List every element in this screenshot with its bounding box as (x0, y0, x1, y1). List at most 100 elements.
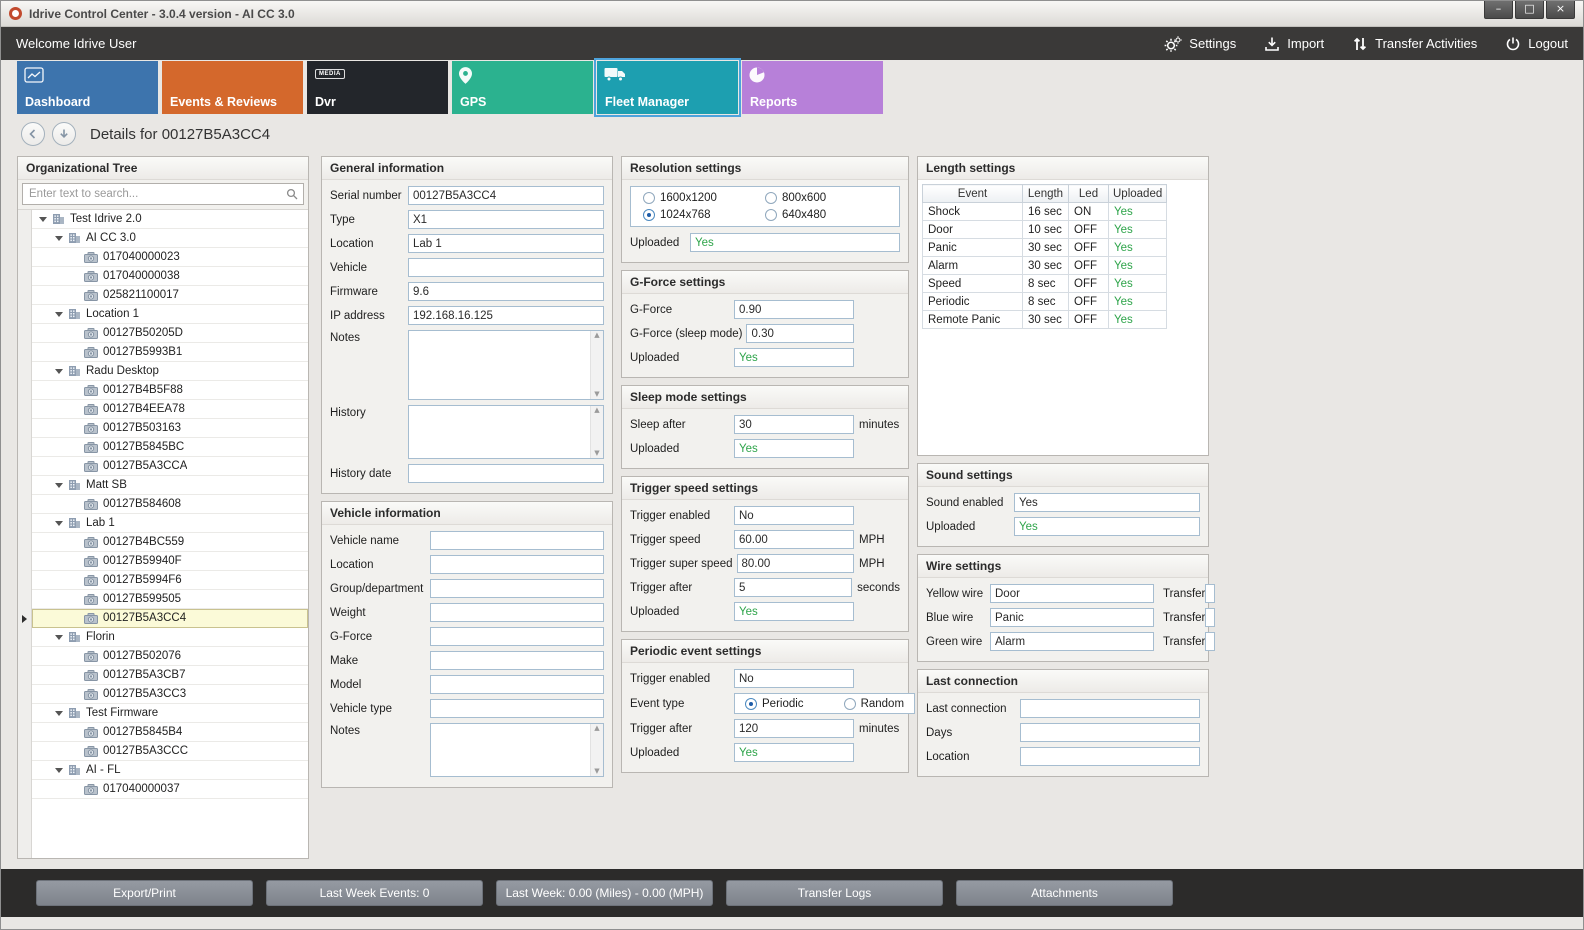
tab-events-reviews[interactable]: Events & Reviews (162, 61, 303, 114)
last-week-events-0-button[interactable]: Last Week Events: 0 (266, 880, 483, 906)
expand-arrow-icon[interactable] (55, 521, 63, 526)
expand-arrow-icon[interactable] (55, 635, 63, 640)
uploaded-input[interactable] (734, 348, 854, 367)
expand-arrow-icon[interactable] (55, 369, 63, 374)
notes-textarea[interactable]: ▲▼ (408, 330, 604, 400)
uploaded-input[interactable] (1014, 517, 1200, 536)
minimize-button[interactable]: – (1484, 1, 1513, 19)
table-row[interactable]: Periodic8 secOFFYes (923, 293, 1167, 311)
tab-dashboard[interactable]: Dashboard (17, 61, 158, 114)
scrollbar[interactable]: ▲▼ (590, 724, 603, 776)
group-department-input[interactable] (430, 579, 604, 598)
expand-arrow-icon[interactable] (55, 711, 63, 716)
close-button[interactable]: × (1546, 1, 1575, 19)
table-row[interactable]: Shock16 secONYes (923, 203, 1167, 221)
tab-fleet-manager[interactable]: Fleet Manager (597, 61, 738, 114)
tree-node-00127b5a3cca[interactable]: 00127B5A3CCA (18, 457, 308, 476)
logout-button[interactable]: Logout (1505, 36, 1568, 52)
vehicle-name-input[interactable] (430, 531, 604, 550)
tree-node-025821100017[interactable]: 025821100017 (18, 286, 308, 305)
radio-1600x1200[interactable]: 1600x1200 (643, 192, 765, 204)
tree-node-00127b50205d[interactable]: 00127B50205D (18, 324, 308, 343)
g-force-input[interactable] (734, 300, 854, 319)
tree-node-00127b5994f6[interactable]: 00127B5994F6 (18, 571, 308, 590)
blue-wire-transfer-input[interactable] (1205, 608, 1215, 627)
uploaded-input[interactable] (734, 602, 854, 621)
yellow-wire-input[interactable] (990, 584, 1154, 603)
days-input[interactable] (1020, 723, 1200, 742)
history-textarea[interactable]: ▲▼ (408, 405, 604, 459)
g-force-sleep-mode-input[interactable] (746, 324, 854, 343)
serial-number-input[interactable] (408, 186, 604, 205)
radio-800x600[interactable]: 800x600 (765, 192, 887, 204)
back-button[interactable] (21, 122, 45, 146)
location-input[interactable] (430, 555, 604, 574)
g-force-input[interactable] (430, 627, 604, 646)
transfer-activities-button[interactable]: Transfer Activities (1352, 36, 1477, 52)
tree-node-test-firmware[interactable]: Test Firmware (18, 704, 308, 723)
last-week-0-00-miles-0-00-mph-button[interactable]: Last Week: 0.00 (Miles) - 0.00 (MPH) (496, 880, 713, 906)
history-date-input[interactable] (408, 464, 604, 483)
trigger-after-input[interactable] (734, 578, 852, 597)
weight-input[interactable] (430, 603, 604, 622)
import-button[interactable]: Import (1264, 36, 1324, 52)
expand-arrow-icon[interactable] (55, 236, 63, 241)
expand-arrow-icon[interactable] (55, 768, 63, 773)
tree-node-00127b5845bc[interactable]: 00127B5845BC (18, 438, 308, 457)
tab-dvr[interactable]: MEDIADvr (307, 61, 448, 114)
search-input[interactable] (22, 183, 304, 205)
notes-textarea[interactable]: ▲▼ (430, 723, 604, 777)
sleep-after-input[interactable] (734, 415, 854, 434)
tree-node-00127b5a3cc3[interactable]: 00127B5A3CC3 (18, 685, 308, 704)
trigger-super-speed-input[interactable] (737, 554, 855, 573)
uploaded-input[interactable] (690, 233, 900, 252)
export-print-button[interactable]: Export/Print (36, 880, 253, 906)
tree-node-00127b5a3cb7[interactable]: 00127B5A3CB7 (18, 666, 308, 685)
radio-640x480[interactable]: 640x480 (765, 209, 887, 221)
table-row[interactable]: Door10 secOFFYes (923, 221, 1167, 239)
attachments-button[interactable]: Attachments (956, 880, 1173, 906)
yellow-wire-transfer-input[interactable] (1205, 584, 1215, 603)
maximize-button[interactable]: □ (1515, 1, 1544, 19)
tree-node-matt-sb[interactable]: Matt SB (18, 476, 308, 495)
tree-node-00127b503163[interactable]: 00127B503163 (18, 419, 308, 438)
tree-node-00127b59940f[interactable]: 00127B59940F (18, 552, 308, 571)
location-input[interactable] (1020, 747, 1200, 766)
type-input[interactable] (408, 210, 604, 229)
tree-node-lab-1[interactable]: Lab 1 (18, 514, 308, 533)
tab-reports[interactable]: Reports (742, 61, 883, 114)
scrollbar[interactable]: ▲▼ (590, 406, 603, 458)
last-connection-input[interactable] (1020, 699, 1200, 718)
location-input[interactable] (408, 234, 604, 253)
tree-node-00127b599505[interactable]: 00127B599505 (18, 590, 308, 609)
scrollbar[interactable]: ▲▼ (590, 331, 603, 399)
tree-node-location-1[interactable]: Location 1 (18, 305, 308, 324)
vehicle-input[interactable] (408, 258, 604, 277)
table-row[interactable]: Alarm30 secOFFYes (923, 257, 1167, 275)
tree-node-00127b4bc559[interactable]: 00127B4BC559 (18, 533, 308, 552)
table-row[interactable]: Speed8 secOFFYes (923, 275, 1167, 293)
model-input[interactable] (430, 675, 604, 694)
tree-node-00127b502076[interactable]: 00127B502076 (18, 647, 308, 666)
uploaded-input[interactable] (734, 743, 854, 762)
tree-node-017040000038[interactable]: 017040000038 (18, 267, 308, 286)
radio-periodic[interactable]: Periodic (745, 698, 804, 710)
green-wire-input[interactable] (990, 632, 1154, 651)
expand-arrow-icon[interactable] (55, 483, 63, 488)
expand-arrow-icon[interactable] (39, 217, 47, 222)
tree-node-00127b5a3cc4[interactable]: 00127B5A3CC4 (18, 609, 308, 628)
make-input[interactable] (430, 651, 604, 670)
sound-enabled-input[interactable] (1014, 493, 1200, 512)
tree-node-ai-fl[interactable]: AI - FL (18, 761, 308, 780)
vehicle-type-input[interactable] (430, 699, 604, 718)
tree-node-017040000023[interactable]: 017040000023 (18, 248, 308, 267)
green-wire-transfer-input[interactable] (1205, 632, 1215, 651)
transfer-logs-button[interactable]: Transfer Logs (726, 880, 943, 906)
tree-node-ai-cc-3-0[interactable]: AI CC 3.0 (18, 229, 308, 248)
radio-random[interactable]: Random (844, 698, 904, 710)
uploaded-input[interactable] (734, 439, 854, 458)
tree-node-00127b5a3ccc[interactable]: 00127B5A3CCC (18, 742, 308, 761)
tree-node-00127b5845b4[interactable]: 00127B5845B4 (18, 723, 308, 742)
tree-node-00127b5993b1[interactable]: 00127B5993B1 (18, 343, 308, 362)
blue-wire-input[interactable] (990, 608, 1154, 627)
